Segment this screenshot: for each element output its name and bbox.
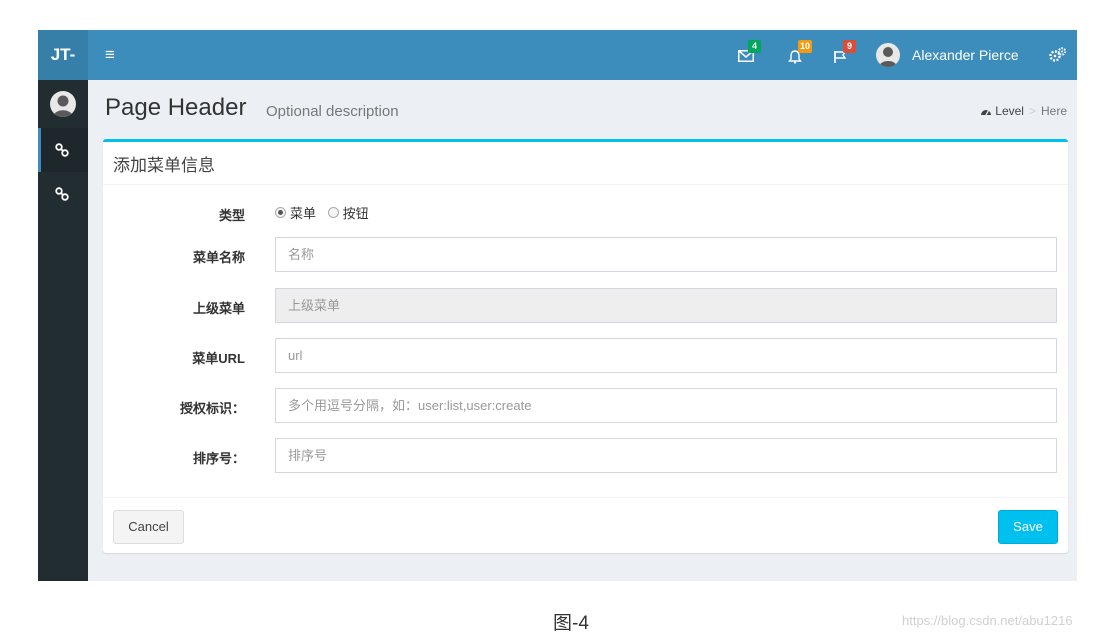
form-box: 添加菜单信息 类型 菜单 按钮 菜单名称 名称 上级菜单 上级菜单 菜单URL … xyxy=(103,139,1068,553)
link-icon xyxy=(55,143,69,157)
parent-menu-input[interactable]: 上级菜单 xyxy=(275,288,1057,323)
cancel-button[interactable]: Cancel xyxy=(113,510,184,544)
hamburger-icon[interactable]: ≡ xyxy=(102,45,118,65)
breadcrumb: Level > Here xyxy=(980,104,1067,118)
box-footer: Cancel Save xyxy=(103,497,1068,553)
tasks-menu[interactable]: 9 xyxy=(831,40,857,69)
radio-button[interactable] xyxy=(327,207,339,218)
radio-button-label[interactable]: 按钮 xyxy=(343,203,369,222)
user-name: Alexander Pierce xyxy=(912,47,1019,63)
avatar xyxy=(876,43,900,67)
save-button[interactable]: Save xyxy=(998,510,1058,544)
notifications-badge: 10 xyxy=(798,40,813,53)
type-label: 类型 xyxy=(218,208,245,223)
sort-order-input[interactable]: 排序号 xyxy=(275,438,1057,473)
gears-icon[interactable] xyxy=(1049,47,1067,63)
top-navbar: JT- ≡ 4 10 9 Alexander Pierce xyxy=(38,30,1077,80)
breadcrumb-level[interactable]: Level xyxy=(995,104,1024,118)
sort-order-label: 排序号： xyxy=(192,451,245,466)
box-header: 添加菜单信息 xyxy=(103,142,1068,185)
sidebar-item-1[interactable] xyxy=(38,128,88,172)
notifications-menu[interactable]: 10 xyxy=(786,40,813,69)
box-title: 添加菜单信息 xyxy=(113,156,215,175)
sidebar-avatar xyxy=(50,91,76,117)
watermark: https://blog.csdn.net/abu1216 xyxy=(902,613,1073,628)
sidebar-item-2[interactable] xyxy=(38,172,88,216)
menu-name-label: 菜单名称 xyxy=(192,250,245,265)
radio-menu[interactable] xyxy=(275,207,286,218)
parent-menu-label: 上级菜单 xyxy=(192,301,245,316)
messages-badge: 4 xyxy=(748,40,761,53)
type-radio-group: 菜单 按钮 xyxy=(275,203,377,223)
app-window: JT- ≡ 4 10 9 Alexander Pierce Page Heade… xyxy=(38,30,1077,581)
page-title: Page Header xyxy=(105,94,247,121)
figure-caption: 图-4 xyxy=(553,613,589,634)
menu-url-input[interactable]: url xyxy=(275,338,1057,373)
permission-label: 授权标识： xyxy=(179,401,245,416)
logo[interactable]: JT- xyxy=(38,30,88,80)
tasks-badge: 9 xyxy=(843,40,856,53)
breadcrumb-separator: > xyxy=(1028,104,1036,118)
page-description: Optional description xyxy=(266,103,399,120)
menu-name-input[interactable]: 名称 xyxy=(275,237,1057,272)
messages-menu[interactable]: 4 xyxy=(736,40,762,69)
link-icon xyxy=(55,187,69,201)
breadcrumb-here: Here xyxy=(1040,104,1067,118)
dashboard-icon xyxy=(980,110,991,116)
radio-menu-label[interactable]: 菜单 xyxy=(290,203,316,222)
sidebar xyxy=(38,80,88,581)
permission-input[interactable]: 多个用逗号分隔，如：user:list,user:create xyxy=(275,388,1057,423)
menu-url-label: 菜单URL xyxy=(192,351,245,366)
